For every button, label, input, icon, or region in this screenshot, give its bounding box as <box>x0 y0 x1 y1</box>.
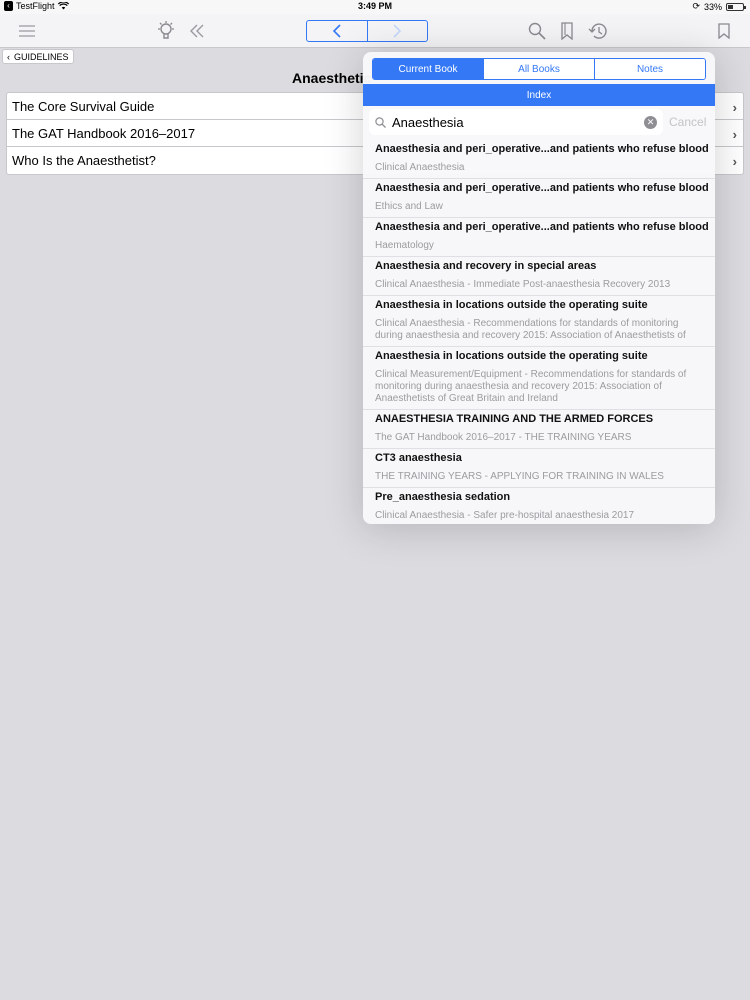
bookmark-icon[interactable] <box>713 20 735 42</box>
result-item[interactable]: Anaesthesia in locations outside the ope… <box>363 347 715 410</box>
top-toolbar <box>0 14 750 48</box>
breadcrumb-label: GUIDELINES <box>14 51 69 62</box>
status-right: ⟳ 33% <box>692 1 746 12</box>
result-title: CT3 anaesthesia <box>375 452 462 464</box>
result-title: ANAESTHESIA TRAINING AND THE ARMED FORCE… <box>375 413 654 425</box>
book-title: The Core Survival Guide <box>12 98 155 114</box>
result-title: Pre_anaesthesia sedation <box>375 491 511 503</box>
search-results: Anaesthesia and peri_operative...and pat… <box>363 140 715 524</box>
search-icon[interactable] <box>526 20 548 42</box>
search-icon <box>375 116 386 128</box>
lightbulb-icon[interactable] <box>155 20 177 42</box>
result-item[interactable]: ANAESTHESIA TRAINING AND THE ARMED FORCE… <box>363 410 715 449</box>
cancel-button[interactable]: Cancel <box>669 115 706 129</box>
search-popover: Current Book All Books Notes Index Anaes… <box>363 52 715 524</box>
chevron-left-icon: ‹ <box>7 51 10 62</box>
page-title: Anaesthetic <box>292 70 372 86</box>
search-scope-segment: Current Book All Books Notes <box>372 58 706 80</box>
result-item[interactable]: Anaesthesia and peri_operative...and pat… <box>363 179 715 218</box>
chevron-right-icon: › <box>732 127 737 142</box>
result-title: Anaesthesia in locations outside the ope… <box>375 350 648 362</box>
guidelines-back-button[interactable]: ‹ GUIDELINES <box>2 49 74 64</box>
result-title: Anaesthesia in locations outside the ope… <box>375 299 648 311</box>
back-button[interactable] <box>307 21 368 41</box>
status-bar: ‹ TestFlight 3:49 PM ⟳ 33% <box>0 0 750 14</box>
battery-icon <box>726 2 746 11</box>
index-button[interactable]: Index <box>363 84 715 106</box>
result-item[interactable]: Anaesthesia and peri_operative...and pat… <box>363 218 715 257</box>
clear-search-icon[interactable]: ✕ <box>644 115 657 129</box>
bookmarks-icon[interactable] <box>556 20 578 42</box>
result-subtitle: The GAT Handbook 2016–2017 - THE TRAININ… <box>375 432 632 443</box>
rotation-lock-icon: ⟳ <box>692 1 700 11</box>
tab-current-book[interactable]: Current Book <box>373 59 483 79</box>
back-forward-segment <box>306 20 428 42</box>
chevron-right-icon <box>393 24 402 38</box>
chevron-left-icon <box>332 24 341 38</box>
result-subtitle: Ethics and Law <box>375 201 443 212</box>
result-title: Anaesthesia and peri_operative...and pat… <box>375 182 709 194</box>
result-subtitle: Clinical Anaesthesia - Immediate Post-an… <box>375 279 671 290</box>
result-subtitle: Haematology <box>375 240 434 251</box>
result-subtitle: Clinical Anaesthesia - Safer pre-hospita… <box>375 510 635 521</box>
clock: 3:49 PM <box>357 1 392 11</box>
result-subtitle: Clinical Measurement/Equipment - Recomme… <box>375 369 687 404</box>
result-title: Anaesthesia and peri_operative...and pat… <box>375 143 709 155</box>
result-title: Anaesthesia and recovery in special area… <box>375 260 597 272</box>
result-item[interactable]: CT3 anaesthesia THE TRAINING YEARS - APP… <box>363 449 715 488</box>
battery-percent: 33% <box>703 1 722 12</box>
result-item[interactable]: Anaesthesia and peri_operative...and pat… <box>363 140 715 179</box>
tab-all-books[interactable]: All Books <box>483 59 594 79</box>
forward-button[interactable] <box>368 21 428 41</box>
search-input[interactable]: Anaesthesia <box>392 115 644 130</box>
double-chevron-left-icon[interactable] <box>186 20 208 42</box>
battery-level <box>728 4 733 9</box>
result-subtitle: Clinical Anaesthesia - Recommendations f… <box>375 318 686 341</box>
book-title: The GAT Handbook 2016–2017 <box>12 125 196 141</box>
result-item[interactable]: Anaesthesia and recovery in special area… <box>363 257 715 296</box>
history-icon[interactable] <box>587 20 609 42</box>
search-field[interactable]: Anaesthesia ✕ <box>369 109 663 135</box>
book-title: Who Is the Anaesthetist? <box>12 153 156 168</box>
menu-icon[interactable] <box>16 20 38 42</box>
result-title: Anaesthesia and peri_operative...and pat… <box>375 221 709 233</box>
tab-notes[interactable]: Notes <box>594 59 705 79</box>
result-subtitle: Clinical Anaesthesia <box>375 162 465 173</box>
result-item[interactable]: Pre_anaesthesia sedation Clinical Anaest… <box>363 488 715 524</box>
chevron-right-icon: › <box>732 100 737 115</box>
result-item[interactable]: Anaesthesia in locations outside the ope… <box>363 296 715 347</box>
chevron-right-icon: › <box>732 154 737 169</box>
result-subtitle: THE TRAINING YEARS - APPLYING FOR TRAINI… <box>375 471 664 482</box>
